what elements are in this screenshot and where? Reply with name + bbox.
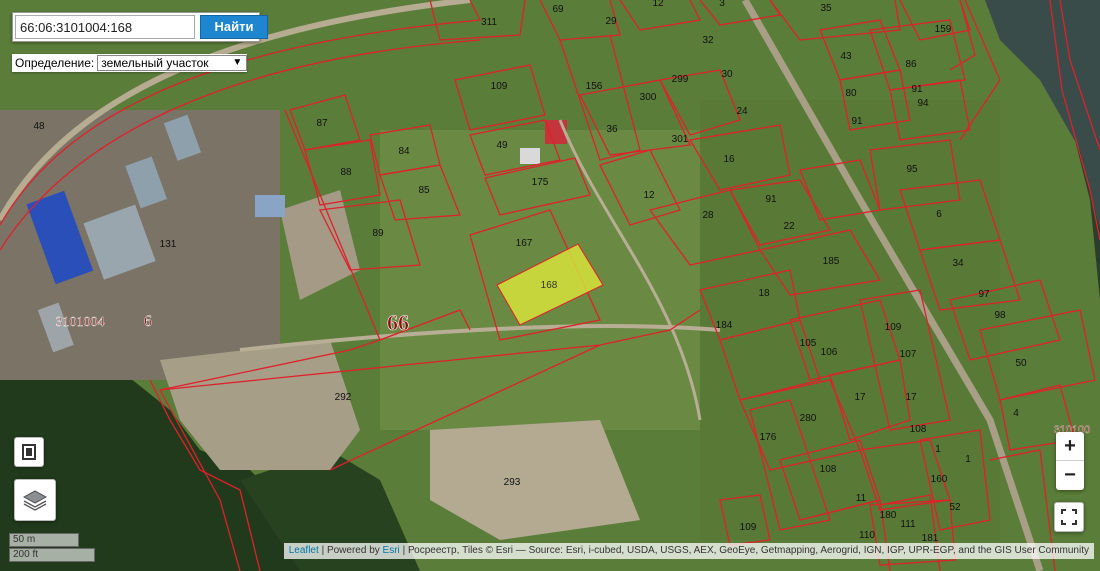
parcel-label: 94 [917,98,929,109]
zoom-in-button[interactable]: + [1056,432,1084,460]
parcel-label: 108 [820,464,837,475]
parcel-label: 180 [880,510,897,521]
parcel-label: 18 [758,288,770,299]
parcel-label: 49 [496,140,508,151]
parcel-label: 52 [949,502,961,513]
parcel-label: 36 [606,124,618,135]
parcel-label: 95 [906,164,918,175]
definition-label: Определение: [15,56,95,70]
parcel-label: 109 [491,81,508,92]
search-button[interactable]: Найти [200,15,268,39]
dropdown-arrow-icon: ▼ [232,57,243,68]
parcel-label: 98 [994,310,1006,321]
parcel-label: 29 [605,16,617,27]
legend-toggle-button[interactable] [14,437,44,467]
parcel-label: 300 [640,92,657,103]
parcel-label: 69 [552,4,564,15]
selected-parcel-number: 168 [541,280,558,291]
parcel-label: 30 [721,69,733,80]
parcel-label: 185 [823,256,840,267]
layers-button[interactable] [14,479,56,521]
parcel-label: 91 [851,116,863,127]
parcel-label: 311 [481,17,497,28]
definition-selected-value: земельный участок [101,56,209,70]
map-attribution: Leaflet | Powered by Esri | Росреестр, T… [283,543,1094,559]
parcel-label: 167 [516,238,533,249]
parcel-label: 32 [702,35,714,46]
parcel-label: 48 [33,121,45,132]
parcel-label: 159 [935,24,952,35]
cadastral-search-input[interactable] [15,15,195,39]
parcel-label: 280 [800,413,817,424]
parcel-label: 24 [736,106,748,117]
parcel-label: 156 [586,81,603,92]
scale-metric: 50 m [9,533,79,547]
zoom-control: + − [1056,432,1084,490]
parcel-label: 91 [911,84,923,95]
parcel-label: 299 [672,74,689,85]
esri-link[interactable]: Esri [383,545,400,556]
parcel-label: 86 [905,59,917,70]
parcel-label: 84 [398,146,410,157]
definition-row: Определение: земельный участок ▼ [12,54,248,72]
parcel-label: 110 [859,530,875,541]
parcel-label: 301 [672,134,689,145]
parcel-label: 175 [532,177,549,188]
parcel-label: 88 [340,167,352,178]
parcel-label: 50 [1015,358,1027,369]
fullscreen-icon [1061,509,1077,525]
parcel-label: 11 [856,493,867,504]
zoom-out-button[interactable]: − [1056,461,1084,489]
parcel-label: 293 [504,477,521,488]
parcel-label: 105 [800,338,817,349]
powered-by-text: Powered by [326,545,380,556]
parcel-label: 89 [372,228,384,239]
scale-imperial: 200 ft [9,548,95,562]
parcel-label: 17 [905,392,917,403]
parcel-label: 108 [910,424,927,435]
parcel-label: 184 [716,320,733,331]
parcel-label: 6 [936,209,942,220]
parcel-label: 43 [840,51,852,62]
book-icon [22,444,36,460]
parcel-label: 176 [760,432,777,443]
parcel-label: 109 [885,322,902,333]
parcel-label: 4 [1013,408,1019,419]
parcel-label: 22 [783,221,795,232]
parcel-label: 1 [935,444,941,455]
parcel-label: 3 [719,0,725,9]
parcel-label: 35 [820,3,832,14]
parcel-label: 12 [643,190,655,201]
parcel-label: 106 [821,347,838,358]
layers-icon [22,490,48,511]
parcel-label: 97 [978,289,990,300]
parcel-label: 80 [845,88,857,99]
parcel-label: 16 [723,154,735,165]
satellite-map[interactable]: 168 311 69 29 12 3 35 159 32 48 109 156 … [0,0,1100,571]
parcel-label: 85 [418,185,430,196]
region-label: 66 [387,310,409,335]
parcel-label: 1 [965,454,971,465]
parcel-label: 34 [952,258,964,269]
parcel-label: 87 [316,118,328,129]
parcel-label: 17 [854,392,866,403]
parcel-label: 28 [702,210,714,221]
fullscreen-button[interactable] [1054,502,1084,532]
parcel-label: 160 [931,474,948,485]
parcel-label: 109 [740,522,757,533]
parcel-label: 131 [160,239,177,250]
parcel-label: 292 [335,392,352,403]
attribution-sources: Росреестр, Tiles © Esri — Source: Esri, … [407,545,1089,556]
parcel-label: 91 [765,194,777,205]
map-viewport[interactable]: 168 311 69 29 12 3 35 159 32 48 109 156 … [0,0,1100,571]
leaflet-link[interactable]: Leaflet [289,545,319,556]
quarter-label: 3101004 [56,315,105,330]
definition-select[interactable]: земельный участок ▼ [97,55,248,71]
parcel-label: 107 [900,349,917,360]
search-panel: Найти [12,12,268,42]
parcel-label: 12 [652,0,664,9]
quarter-label: 6 [144,313,152,330]
parcel-label: 111 [900,519,916,530]
